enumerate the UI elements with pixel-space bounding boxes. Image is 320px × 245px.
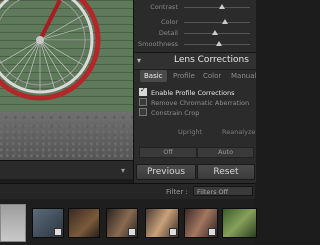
upright-off-button[interactable]: Off: [139, 147, 197, 158]
filter-label: Filter :: [166, 188, 188, 196]
tab-profile[interactable]: Profile: [169, 70, 199, 82]
option-label: Constrain Crop: [151, 109, 200, 117]
enable-profile-corrections-option[interactable]: Enable Profile Corrections: [139, 86, 235, 97]
filmstrip-thumbnail[interactable]: [222, 208, 257, 238]
preview-toolbar: ▾: [0, 160, 133, 179]
option-label: Enable Profile Corrections: [151, 89, 235, 97]
upright-auto-button[interactable]: Auto: [197, 147, 254, 158]
tab-basic[interactable]: Basic: [140, 70, 167, 82]
slider-row[interactable]: Smoothness: [134, 39, 256, 49]
filmstrip: [0, 199, 257, 245]
upright-label: Upright: [178, 128, 203, 136]
photo-preview[interactable]: [0, 0, 133, 160]
slider-knob[interactable]: [216, 41, 222, 46]
filmstrip-filter-bar: Filter : Filters Off: [0, 183, 255, 199]
slider-label: Smoothness: [138, 40, 178, 48]
slider-knob[interactable]: [222, 19, 228, 24]
slider-label: Contrast: [150, 3, 178, 11]
bicycle-wheel-image: [0, 0, 101, 101]
edited-badge-icon: [54, 228, 62, 236]
slider-knob[interactable]: [219, 4, 225, 9]
slider-row[interactable]: Contrast: [134, 2, 256, 12]
tab-manual[interactable]: Manual: [227, 70, 260, 82]
edited-badge-icon: [128, 228, 136, 236]
slider-knob[interactable]: [212, 30, 218, 35]
reset-button[interactable]: Reset: [197, 164, 255, 180]
filmstrip-thumbnail[interactable]: [145, 208, 179, 238]
previous-button[interactable]: Previous: [136, 164, 196, 180]
checkbox[interactable]: [139, 108, 147, 116]
slider-label: Detail: [158, 29, 178, 37]
filmstrip-thumbnail[interactable]: [68, 208, 100, 238]
reanalyze-link[interactable]: Reanalyze: [222, 128, 255, 136]
edited-badge-icon: [208, 228, 216, 236]
constrain-crop-option[interactable]: Constrain Crop: [139, 108, 199, 117]
slider-row[interactable]: Detail: [134, 28, 256, 38]
lens-corrections-header[interactable]: ▾ Lens Corrections: [134, 52, 256, 70]
slider-track[interactable]: [184, 7, 250, 8]
chevron-down-icon[interactable]: ▾: [121, 166, 125, 175]
edited-badge-icon: [169, 228, 177, 236]
option-label: Remove Chromatic Aberration: [151, 99, 250, 107]
remove-chromatic-aberration-option[interactable]: Remove Chromatic Aberration: [139, 98, 249, 107]
collapse-triangle-icon[interactable]: ▾: [137, 56, 141, 65]
filmstrip-thumbnail[interactable]: [32, 208, 64, 238]
slider-label: Color: [161, 18, 178, 26]
checkbox-checked[interactable]: [139, 86, 147, 96]
section-title: Lens Corrections: [174, 55, 249, 65]
slider-track[interactable]: [184, 22, 250, 23]
filmstrip-thumbnail[interactable]: [184, 208, 218, 238]
filmstrip-thumbnail[interactable]: [106, 208, 138, 238]
slider-row[interactable]: Color: [134, 17, 256, 27]
checkbox[interactable]: [139, 98, 147, 106]
filmstrip-thumbnail[interactable]: [0, 204, 26, 242]
filter-dropdown[interactable]: Filters Off: [193, 186, 253, 196]
develop-panel: Contrast Color Detail Smoothness ▾ Lens …: [133, 0, 256, 183]
tab-color[interactable]: Color: [199, 70, 225, 82]
